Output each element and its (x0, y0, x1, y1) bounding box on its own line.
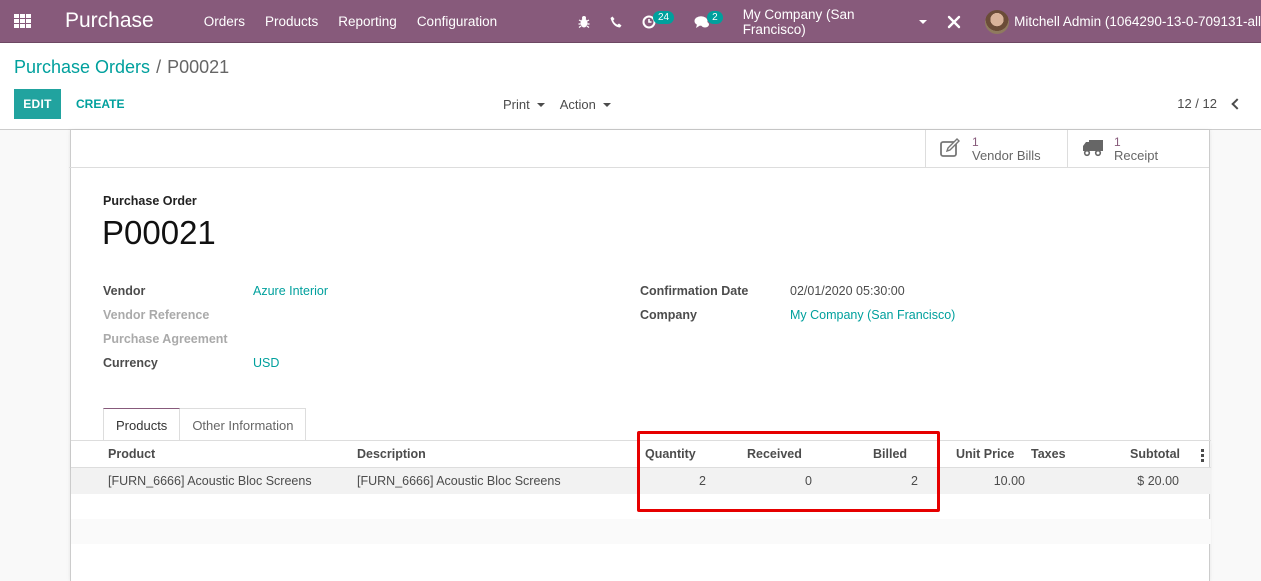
caret-down-icon (536, 102, 545, 107)
company-value[interactable]: My Company (San Francisco) (790, 308, 955, 322)
tab-other-information[interactable]: Other Information (179, 408, 307, 441)
company-name: My Company (San Francisco) (742, 6, 855, 37)
tab-products[interactable]: Products (103, 408, 181, 441)
order-lines-table: Product Description Quantity Received Bi… (71, 441, 1211, 544)
action-dropdown[interactable]: Action (560, 97, 611, 112)
confirmation-date-field: Confirmation Date (640, 284, 748, 298)
menu-products[interactable]: Products (255, 14, 328, 29)
cell-description: [FURN_6666] Acoustic Bloc Screens (357, 474, 561, 488)
vendor-reference-label: Vendor Reference (103, 308, 210, 322)
company-switcher[interactable]: My Company (San Francisco) (742, 6, 928, 37)
messages-button[interactable]: 2 (694, 11, 723, 29)
col-quantity[interactable]: Quantity (645, 447, 696, 461)
edit-button[interactable]: EDIT (14, 89, 61, 119)
control-panel: Purchase Orders / P00021 EDIT CREATE Print… (0, 43, 1261, 130)
receipt-label: Receipt (1114, 148, 1159, 163)
pager-previous-icon[interactable] (1231, 97, 1243, 110)
main-menu: Orders Products Reporting Configuration (194, 14, 507, 29)
activity-button[interactable]: 24 (642, 11, 675, 29)
caret-down-icon (602, 102, 611, 107)
confirmation-date-label: Confirmation Date (640, 284, 749, 298)
breadcrumb-separator: / (156, 57, 162, 77)
messages-count-badge: 2 (707, 11, 723, 24)
sidebar-dropdowns: Print Action (503, 97, 626, 112)
col-billed[interactable]: Billed (873, 447, 907, 461)
pager: 12 / 12 (1177, 96, 1243, 111)
print-dropdown[interactable]: Print (503, 97, 545, 112)
table-row[interactable]: [FURN_6666] Acoustic Bloc Screens [FURN_… (71, 468, 1211, 494)
phone-icon[interactable] (610, 16, 622, 28)
col-received[interactable]: Received (747, 447, 802, 461)
col-taxes[interactable]: Taxes (1031, 447, 1066, 461)
col-description[interactable]: Description (357, 447, 426, 461)
smart-button-box: 1 Vendor Bills 1 Receipt (69, 130, 1209, 168)
currency-field: Currency (103, 356, 158, 370)
receipt-button[interactable]: 1 Receipt (1067, 130, 1209, 168)
vendor-bills-count: 1 (972, 135, 979, 149)
vendor-field: Vendor (103, 284, 145, 298)
create-button[interactable]: CREATE (66, 89, 134, 119)
vendor-reference-field: Vendor Reference (103, 308, 209, 322)
pencil-square-icon (940, 137, 962, 161)
col-unit-price[interactable]: Unit Price (956, 447, 1014, 461)
vendor-value[interactable]: Azure Interior (253, 284, 328, 298)
pager-value[interactable]: 12 / 12 (1177, 96, 1217, 111)
user-menu[interactable]: Mitchell Admin (1064290-13-0-709131-all (985, 9, 1261, 34)
order-name: P00021 (102, 214, 216, 251)
confirmation-date-value: 02/01/2020 05:30:00 (790, 284, 905, 298)
truck-icon (1082, 139, 1104, 160)
top-navbar: Purchase Orders Products Reporting Confi… (0, 0, 1261, 43)
app-title: Purchase (65, 9, 154, 32)
purchase-agreement-label: Purchase Agreement (103, 332, 228, 346)
breadcrumb-purchase-orders[interactable]: Purchase Orders (14, 57, 150, 77)
cell-billed: 2 (911, 474, 918, 488)
activity-count-badge: 24 (653, 11, 675, 24)
cell-quantity: 2 (699, 474, 706, 488)
breadcrumb-current: P00021 (167, 57, 230, 77)
menu-orders[interactable]: Orders (194, 14, 255, 29)
form-sheet: 1 Vendor Bills 1 Receipt Purchase Order … (69, 130, 1211, 581)
currency-value[interactable]: USD (253, 356, 279, 370)
caret-down-icon (919, 19, 928, 24)
company-label: Company (640, 308, 697, 322)
vendor-bills-label: Vendor Bills (972, 148, 1041, 163)
receipt-count: 1 (1114, 135, 1121, 149)
action-label: Action (559, 97, 596, 112)
empty-row (71, 519, 1211, 544)
user-name: Mitchell Admin (1064290-13-0-709131-all (1014, 14, 1261, 29)
company-field: Company (640, 308, 697, 322)
debug-icon[interactable] (578, 15, 590, 28)
print-label: Print (503, 97, 530, 112)
currency-label: Currency (103, 356, 158, 370)
menu-configuration[interactable]: Configuration (407, 14, 507, 29)
cell-product: [FURN_6666] Acoustic Bloc Screens (108, 474, 312, 488)
table-header: Product Description Quantity Received Bi… (71, 441, 1211, 468)
tools-icon[interactable] (947, 15, 961, 29)
col-subtotal[interactable]: Subtotal (1130, 447, 1180, 461)
user-avatar (985, 9, 1010, 34)
optional-columns-icon[interactable] (1201, 449, 1204, 462)
menu-reporting[interactable]: Reporting (328, 14, 407, 29)
notebook-tabs: Products Other Information (103, 408, 307, 441)
cell-subtotal: $ 20.00 (1137, 474, 1179, 488)
empty-row (71, 494, 1211, 519)
col-product[interactable]: Product (108, 447, 155, 461)
systray: 24 2 My Company (San Francisco) Mitchell… (578, 0, 1261, 43)
apps-menu-icon[interactable] (14, 14, 32, 28)
purchase-agreement-field: Purchase Agreement (103, 332, 228, 346)
vendor-label: Vendor (103, 284, 146, 298)
form-title-label: Purchase Order (103, 194, 197, 208)
cell-unit-price: 10.00 (993, 474, 1025, 488)
breadcrumb: Purchase Orders / P00021 (14, 57, 229, 78)
vendor-bills-button[interactable]: 1 Vendor Bills (925, 130, 1067, 168)
cell-received: 0 (805, 474, 812, 488)
